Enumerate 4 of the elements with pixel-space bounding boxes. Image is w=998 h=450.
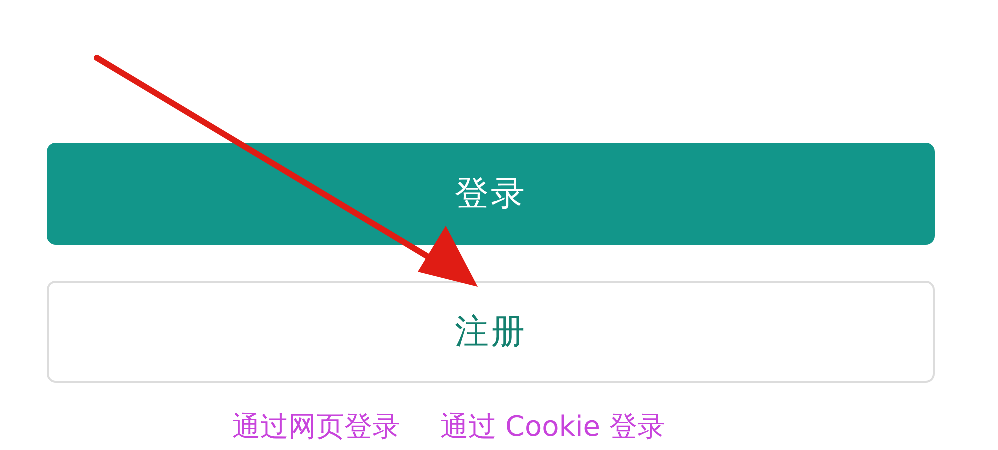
link[interactable]: 通过网页登录: [232, 411, 401, 443]
button[interactable]: 登录: [47, 143, 935, 245]
button[interactable]: 注册: [47, 281, 935, 383]
link[interactable]: 通过 Cookie 登录: [440, 411, 666, 443]
